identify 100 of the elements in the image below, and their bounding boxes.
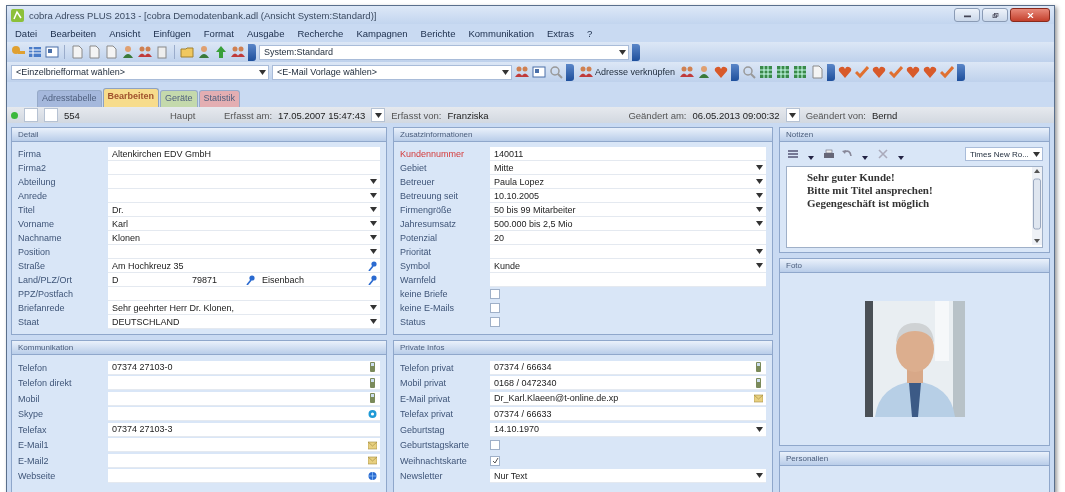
heart-icon[interactable] [872,65,887,79]
person-icon[interactable] [697,65,712,79]
city-field[interactable]: Eisenbach [258,273,380,287]
checkbox[interactable] [490,317,500,327]
document-icon[interactable] [87,45,101,59]
dropdown-button[interactable] [785,108,800,122]
checkmark-icon[interactable] [889,65,904,79]
letter-template-dropdown[interactable]: <Einzelbriefformat wählen> [11,64,269,80]
input-field[interactable]: 140011 [490,147,766,161]
email-template-dropdown[interactable]: <E-Mail Vorlage wählen> [272,64,512,80]
phone-icon[interactable] [754,377,763,388]
zip-field[interactable]: 79871 [188,273,258,287]
clipboard-icon[interactable] [155,45,169,59]
input-field[interactable]: Dr_Karl.Klaeen@t-online.de.xp [490,391,766,406]
menu-item[interactable]: Format [203,27,234,39]
input-field[interactable]: 14.10.1970 [490,422,766,437]
phone-icon[interactable] [368,377,377,388]
minimize-button[interactable] [954,8,980,22]
checkbox[interactable] [490,440,500,451]
pin-icon[interactable] [368,274,377,285]
view-dropdown[interactable]: System:Standard [259,44,629,60]
input-field[interactable]: Nur Text [490,469,766,484]
input-field[interactable]: 07374 27103-0 [108,360,380,375]
tab[interactable]: Bearbeiten [102,88,160,107]
menu-item[interactable]: Ansicht [109,27,141,39]
country-field[interactable]: D [108,273,188,287]
menu-item[interactable]: Datei [15,27,38,39]
heart-icon[interactable] [923,65,938,79]
heart-icon[interactable] [906,65,921,79]
input-field[interactable]: 0168 / 0472340 [490,376,766,391]
input-field[interactable]: 07374 27103-3 [108,422,380,437]
toolbar-grip[interactable] [248,43,256,61]
toolbar-grip[interactable] [731,63,740,81]
checkbox[interactable] [490,455,500,466]
person-icon[interactable] [121,45,135,59]
checkbox[interactable] [490,303,500,313]
card-icon[interactable] [45,45,59,59]
envelope-icon[interactable] [368,439,377,450]
input-field[interactable]: Kunde [490,259,766,273]
input-field[interactable]: 07374 / 66634 [490,360,766,375]
people-icon[interactable] [138,45,152,59]
heart-icon[interactable] [714,65,729,79]
table-icon[interactable] [28,45,42,59]
menu-item[interactable]: Recherche [297,27,344,39]
checkmark-icon[interactable] [940,65,955,79]
folder-icon[interactable] [180,45,194,59]
input-field[interactable]: DEUTSCHLAND [108,315,380,329]
phone-icon[interactable] [754,362,763,373]
heart-icon[interactable] [838,65,853,79]
input-field[interactable]: 10.10.2005 [490,189,766,203]
input-field[interactable] [24,108,38,122]
envelope-icon[interactable] [754,393,763,404]
menu-item[interactable]: Ausgabe [246,27,285,39]
input-field[interactable]: Mitte [490,161,766,175]
dropdown-button[interactable] [371,108,386,122]
input-field[interactable]: Paula Lopez [490,175,766,189]
menu-item[interactable]: ? [586,27,593,39]
tab[interactable]: Statistik [198,90,241,107]
document-icon[interactable] [70,45,84,59]
input-field[interactable]: 500.000 bis 2,5 Mio [490,217,766,231]
checkmark-icon[interactable] [855,65,870,79]
input-field[interactable]: Karl [108,217,380,231]
spreadsheet-icon[interactable] [759,65,774,79]
scrollbar[interactable] [1032,167,1042,245]
people-icon[interactable] [231,45,245,59]
input-field[interactable]: Klonen [108,231,380,245]
toolbar-grip[interactable] [566,63,574,81]
input-field[interactable]: Dr. [108,203,380,217]
tab[interactable]: Geräte [160,90,198,107]
input-field[interactable]: 20 [490,231,766,245]
printer-icon[interactable] [822,147,836,161]
link-address-button[interactable]: Adresse verknüpfen [577,64,678,80]
menu-item[interactable]: Berichte [420,27,456,39]
menu-item[interactable]: Kampagnen [356,27,408,39]
input-field[interactable]: 07374 / 66633 [490,407,766,422]
document-icon[interactable] [104,45,118,59]
pin-icon[interactable] [368,260,377,271]
close-button[interactable] [1010,8,1050,22]
menu-item[interactable]: Einfügen [153,27,191,39]
phone-icon[interactable] [368,393,377,404]
input-field[interactable]: Am Hochkreuz 35 [108,259,380,273]
font-dropdown[interactable]: Times New Ro... [965,147,1043,161]
menu-item[interactable]: Bearbeiten [50,27,97,39]
toolbar-grip[interactable] [632,43,640,61]
restore-button[interactable] [982,8,1008,22]
envelope-icon[interactable] [368,455,377,466]
pin-icon[interactable] [246,274,255,285]
people-icon[interactable] [680,65,695,79]
menu-item[interactable]: Extras [546,27,574,39]
input-field[interactable] [44,108,58,122]
menu-item[interactable]: Kommunikation [468,27,534,39]
arrow-icon[interactable] [214,45,228,59]
spreadsheet-icon[interactable] [793,65,808,79]
input-field[interactable]: 50 bis 99 Mitarbeiter [490,203,766,217]
checkbox[interactable] [490,289,500,299]
toolbar-grip[interactable] [827,63,836,81]
people-icon[interactable] [515,65,529,79]
spreadsheet-icon[interactable] [776,65,791,79]
input-field[interactable]: Altenkirchen EDV GmbH [108,147,380,161]
input-field[interactable]: Sehr geehrter Herr Dr. Klonen, [108,301,380,315]
